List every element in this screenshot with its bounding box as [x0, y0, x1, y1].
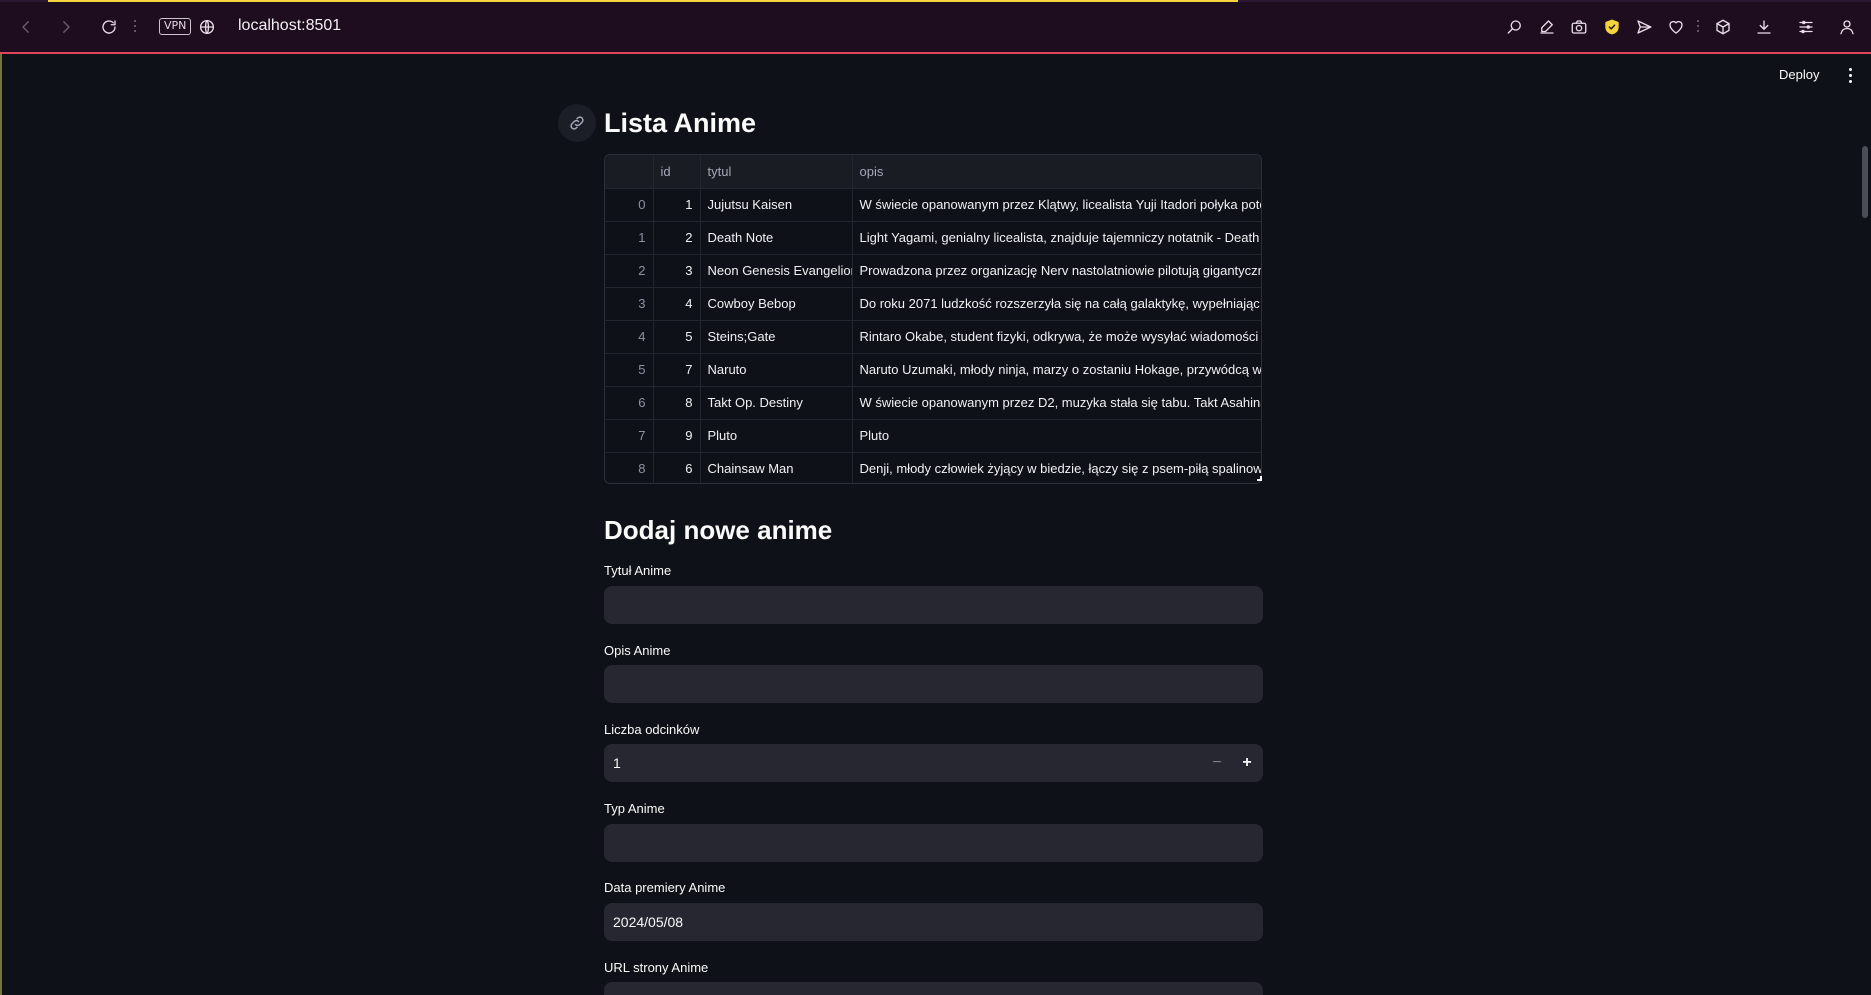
column-header-id[interactable]: id	[653, 155, 701, 189]
browser-toolbar: VPN localhost:8501	[0, 0, 1871, 54]
settings-sliders-icon[interactable]	[1793, 14, 1819, 40]
cell-opis[interactable]: Pluto	[852, 419, 1261, 453]
url-input[interactable]	[604, 982, 1263, 995]
page-scrollbar[interactable]	[1862, 146, 1868, 218]
form-title: Dodaj nowe anime	[604, 515, 833, 545]
description-input[interactable]	[604, 665, 1263, 703]
heart-icon[interactable]	[1663, 14, 1689, 40]
address-bar-url[interactable]: localhost:8501	[238, 17, 341, 35]
cell-tytul[interactable]: Neon Genesis Evangelion	[700, 254, 853, 288]
cell-opis[interactable]: Denji, młody człowiek żyjący w biedzie, …	[852, 452, 1261, 483]
row-index: 3	[605, 287, 654, 321]
cell-opis[interactable]: W świecie opanowanym przez D2, muzyka st…	[852, 386, 1261, 420]
cell-id[interactable]: 1	[653, 188, 701, 222]
dataframe-resize-handle[interactable]	[1257, 476, 1262, 481]
table-row[interactable]: 8 6 Chainsaw Man Denji, młody człowiek ż…	[605, 452, 1261, 483]
search-page-icon[interactable]	[1502, 14, 1528, 40]
table-header-row: id tytul opis	[605, 155, 1261, 189]
camera-icon[interactable]	[1566, 14, 1592, 40]
toolbar-separator	[134, 20, 137, 34]
cell-id[interactable]: 6	[653, 452, 701, 483]
link-icon[interactable]	[558, 104, 596, 142]
table-row[interactable]: 7 9 Pluto Pluto	[605, 419, 1261, 453]
cell-opis[interactable]: Rintaro Okabe, student fizyki, odkrywa, …	[852, 320, 1261, 354]
row-index: 5	[605, 353, 654, 387]
row-index: 8	[605, 452, 654, 483]
send-icon[interactable]	[1631, 14, 1657, 40]
cell-id[interactable]: 2	[653, 221, 701, 255]
anime-dataframe[interactable]: id tytul opis 0 1 Jujutsu Kaisen W świec…	[604, 154, 1262, 484]
table-row[interactable]: 3 4 Cowboy Bebop Do roku 2071 ludzkość r…	[605, 287, 1261, 321]
table-row[interactable]: 2 3 Neon Genesis Evangelion Prowadzona p…	[605, 254, 1261, 288]
back-arrow-icon[interactable]	[13, 14, 39, 40]
shield-icon[interactable]	[1599, 14, 1625, 40]
table-row[interactable]: 1 2 Death Note Light Yagami, genialny li…	[605, 221, 1261, 255]
row-index: 6	[605, 386, 654, 420]
page-title: Lista Anime	[604, 108, 757, 138]
cell-tytul[interactable]: Takt Op. Destiny	[700, 386, 853, 420]
cell-id[interactable]: 7	[653, 353, 701, 387]
window-edge	[0, 54, 2, 995]
box-icon[interactable]	[1710, 14, 1736, 40]
table-row[interactable]: 4 5 Steins;Gate Rintaro Okabe, student f…	[605, 320, 1261, 354]
cell-tytul[interactable]: Cowboy Bebop	[700, 287, 853, 321]
cell-id[interactable]: 3	[653, 254, 701, 288]
cell-id[interactable]: 9	[653, 419, 701, 453]
cell-opis[interactable]: Naruto Uzumaki, młody ninja, marzy o zos…	[852, 353, 1261, 387]
cell-tytul[interactable]: Chainsaw Man	[700, 452, 853, 483]
decrement-button[interactable]: −	[1203, 752, 1231, 774]
column-header-opis[interactable]: opis	[852, 155, 1261, 189]
cell-opis[interactable]: Light Yagami, genialny licealista, znajd…	[852, 221, 1261, 255]
vpn-badge[interactable]: VPN	[159, 18, 192, 35]
table-row[interactable]: 5 7 Naruto Naruto Uzumaki, młody ninja, …	[605, 353, 1261, 387]
main-menu-icon[interactable]	[1842, 65, 1858, 85]
column-header-index[interactable]	[605, 155, 654, 189]
cell-tytul[interactable]: Naruto	[700, 353, 853, 387]
active-tab-indicator	[48, 0, 1238, 2]
type-field-label: Typ Anime	[604, 801, 665, 816]
cell-tytul[interactable]: Jujutsu Kaisen	[700, 188, 853, 222]
deploy-button[interactable]: Deploy	[1773, 63, 1825, 86]
reload-icon[interactable]	[96, 14, 122, 40]
title-input[interactable]	[604, 586, 1263, 624]
globe-icon[interactable]	[194, 14, 220, 40]
cell-tytul[interactable]: Pluto	[700, 419, 853, 453]
table-row[interactable]: 0 1 Jujutsu Kaisen W świecie opanowanym …	[605, 188, 1261, 222]
type-input[interactable]	[604, 824, 1263, 862]
row-index: 1	[605, 221, 654, 255]
cell-id[interactable]: 4	[653, 287, 701, 321]
release-date-field-label: Data premiery Anime	[604, 880, 726, 895]
download-icon[interactable]	[1751, 14, 1777, 40]
episodes-field-label: Liczba odcinków	[604, 722, 700, 737]
profile-icon[interactable]	[1834, 14, 1860, 40]
row-index: 2	[605, 254, 654, 288]
cell-id[interactable]: 8	[653, 386, 701, 420]
episodes-number-input[interactable]	[604, 744, 1263, 782]
table-row[interactable]: 6 8 Takt Op. Destiny W świecie opanowany…	[605, 386, 1261, 420]
row-index: 4	[605, 320, 654, 354]
row-index: 0	[605, 188, 654, 222]
increment-button[interactable]: +	[1233, 752, 1261, 774]
toolbar-separator	[1697, 20, 1700, 34]
cell-tytul[interactable]: Steins;Gate	[700, 320, 853, 354]
cell-opis[interactable]: Prowadzona przez organizację Nerv nastol…	[852, 254, 1261, 288]
description-field-label: Opis Anime	[604, 643, 671, 658]
title-field-label: Tytuł Anime	[604, 563, 672, 578]
cell-tytul[interactable]: Death Note	[700, 221, 853, 255]
cell-opis[interactable]: Do roku 2071 ludzkość rozszerzyła się na…	[852, 287, 1261, 321]
cell-id[interactable]: 5	[653, 320, 701, 354]
row-index: 7	[605, 419, 654, 453]
column-header-tytul[interactable]: tytul	[700, 155, 853, 189]
cell-opis[interactable]: W świecie opanowanym przez Klątwy, licea…	[852, 188, 1261, 222]
edit-icon[interactable]	[1534, 14, 1560, 40]
forward-arrow-icon[interactable]	[53, 14, 79, 40]
release-date-input[interactable]	[604, 903, 1263, 941]
url-field-label: URL strony Anime	[604, 960, 709, 975]
